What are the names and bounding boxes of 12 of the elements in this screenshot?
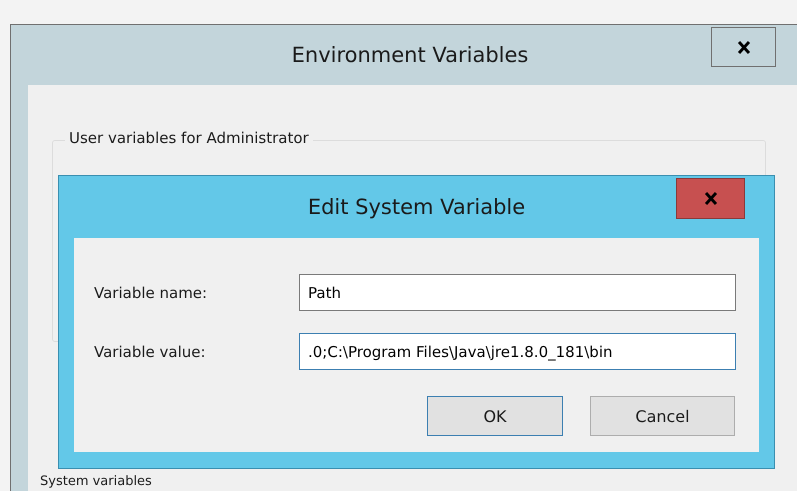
field-label: Variable name: [94, 284, 208, 302]
input-field[interactable]: Path [299, 274, 736, 311]
section-title: System variables [40, 474, 152, 489]
ok-button[interactable]: OK [427, 396, 563, 436]
close-icon [736, 40, 750, 54]
input-field[interactable]: .0;C:\Program Files\Java\jre1.8.0_181\bin [299, 333, 736, 370]
cancel-button[interactable]: Cancel [590, 396, 735, 436]
field-label: Variable value: [94, 342, 207, 360]
close-button[interactable] [711, 27, 776, 67]
close-icon [704, 192, 718, 205]
window-title: Environment Variables [292, 43, 528, 67]
dialog-title: Edit System Variable [308, 195, 526, 219]
